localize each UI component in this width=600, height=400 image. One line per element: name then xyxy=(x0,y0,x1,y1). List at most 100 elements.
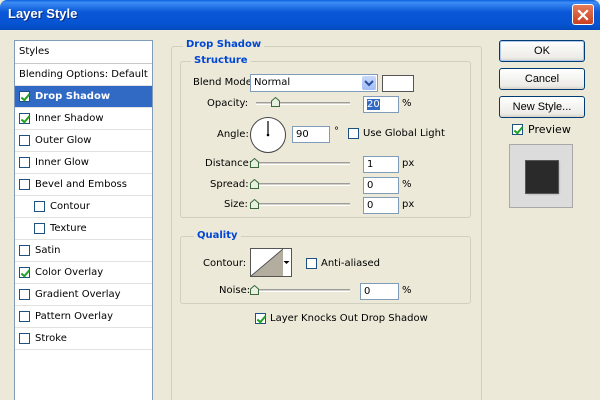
cancel-button[interactable]: Cancel xyxy=(499,68,585,90)
noise-unit: % xyxy=(402,285,412,296)
spread-slider-thumb-icon[interactable] xyxy=(250,179,259,189)
style-item-label: Texture xyxy=(50,223,87,234)
style-item-checkbox[interactable] xyxy=(19,113,30,124)
style-item-checkbox[interactable] xyxy=(19,289,30,300)
style-item-checkbox[interactable] xyxy=(19,157,30,168)
noise-slider-thumb-icon[interactable] xyxy=(250,285,259,295)
spread-unit: % xyxy=(402,179,412,190)
blend-mode-label: Blend Mode: xyxy=(193,77,256,88)
opacity-input[interactable]: 20 xyxy=(363,96,399,113)
styles-list: Styles Blending Options: Default Drop Sh… xyxy=(14,40,153,400)
style-item-bevel-and-emboss[interactable]: Bevel and Emboss xyxy=(15,174,152,196)
style-item-satin[interactable]: Satin xyxy=(15,240,152,262)
style-item-color-overlay[interactable]: Color Overlay xyxy=(15,262,152,284)
ok-button[interactable]: OK xyxy=(499,40,585,62)
angle-unit: ° xyxy=(334,126,339,137)
style-item-stroke[interactable]: Stroke xyxy=(15,328,152,350)
distance-input[interactable]: 1 xyxy=(363,156,399,173)
contour-curve-icon xyxy=(251,249,283,276)
blend-mode-select[interactable]: Normal xyxy=(250,74,378,92)
size-unit: px xyxy=(402,199,415,210)
style-item-drop-shadow[interactable]: Drop Shadow xyxy=(15,86,152,108)
style-item-checkbox[interactable] xyxy=(34,201,45,212)
preview-label: Preview xyxy=(528,123,571,136)
opacity-unit: % xyxy=(402,98,412,109)
style-item-outer-glow[interactable]: Outer Glow xyxy=(15,130,152,152)
size-slider-thumb-icon[interactable] xyxy=(250,199,259,209)
layer-style-dialog: Layer Style Styles Blending Options: Def… xyxy=(0,0,600,400)
spread-input[interactable]: 0 xyxy=(363,177,399,194)
new-style-button[interactable]: New Style... xyxy=(499,96,585,118)
style-item-checkbox[interactable] xyxy=(19,91,30,102)
opacity-slider-thumb-icon[interactable] xyxy=(270,97,280,107)
size-input[interactable]: 0 xyxy=(363,197,399,214)
style-item-checkbox[interactable] xyxy=(34,223,45,234)
contour-dropdown-icon[interactable] xyxy=(282,249,291,276)
layer-knocks-out-label: Layer Knocks Out Drop Shadow xyxy=(270,313,428,324)
noise-slider[interactable] xyxy=(253,289,350,292)
close-button[interactable] xyxy=(572,4,594,25)
style-item-gradient-overlay[interactable]: Gradient Overlay xyxy=(15,284,152,306)
contour-picker[interactable] xyxy=(250,248,292,277)
styles-header[interactable]: Styles xyxy=(15,41,152,64)
title-bar: Layer Style xyxy=(0,0,600,30)
style-preview xyxy=(509,144,573,208)
distance-value: 1 xyxy=(367,159,374,170)
style-item-contour[interactable]: Contour xyxy=(15,196,152,218)
angle-dial-icon[interactable] xyxy=(250,117,286,153)
style-item-label: Satin xyxy=(35,245,61,256)
window-title: Layer Style xyxy=(8,6,78,21)
style-item-label: Color Overlay xyxy=(35,267,104,278)
contour-label: Contour: xyxy=(203,258,247,269)
style-item-label: Stroke xyxy=(35,333,67,344)
style-item-label: Bevel and Emboss xyxy=(35,179,127,190)
layer-knocks-out-checkbox[interactable] xyxy=(255,313,266,324)
style-item-checkbox[interactable] xyxy=(19,311,30,322)
style-item-label: Pattern Overlay xyxy=(35,311,114,322)
close-x-icon xyxy=(577,9,589,21)
distance-unit: px xyxy=(402,158,415,169)
anti-aliased-label: Anti-aliased xyxy=(321,258,381,269)
style-item-label: Drop Shadow xyxy=(35,91,111,102)
use-global-light-checkbox[interactable] xyxy=(348,128,359,139)
spread-value: 0 xyxy=(367,180,374,191)
preview-checkbox[interactable] xyxy=(512,124,523,135)
blending-options-item[interactable]: Blending Options: Default xyxy=(15,64,152,86)
structure-title: Structure xyxy=(191,55,251,66)
distance-slider-thumb-icon[interactable] xyxy=(250,158,259,168)
chevron-down-icon xyxy=(362,76,376,90)
spread-label: Spread: xyxy=(210,179,249,190)
distance-label: Distance: xyxy=(205,158,253,169)
style-item-label: Inner Glow xyxy=(35,157,89,168)
shadow-color-swatch[interactable] xyxy=(382,75,414,92)
use-global-light-label: Use Global Light xyxy=(363,128,445,139)
quality-title: Quality xyxy=(194,230,241,241)
distance-slider[interactable] xyxy=(253,162,350,165)
cancel-button-label: Cancel xyxy=(524,73,560,85)
style-item-checkbox[interactable] xyxy=(19,135,30,146)
size-slider[interactable] xyxy=(253,203,350,206)
noise-label: Noise: xyxy=(219,285,251,296)
styles-header-label: Styles xyxy=(19,46,50,57)
preview-swatch xyxy=(526,161,558,193)
spread-slider[interactable] xyxy=(253,183,350,186)
noise-input[interactable]: 0 xyxy=(360,283,399,300)
anti-aliased-checkbox[interactable] xyxy=(306,258,317,269)
noise-value: 0 xyxy=(364,286,371,297)
style-item-texture[interactable]: Texture xyxy=(15,218,152,240)
style-item-checkbox[interactable] xyxy=(19,179,30,190)
angle-value: 90 xyxy=(296,129,309,140)
style-item-inner-glow[interactable]: Inner Glow xyxy=(15,152,152,174)
style-item-checkbox[interactable] xyxy=(19,333,30,344)
style-item-pattern-overlay[interactable]: Pattern Overlay xyxy=(15,306,152,328)
opacity-value: 20 xyxy=(367,99,380,110)
size-label: Size: xyxy=(224,199,248,210)
style-item-checkbox[interactable] xyxy=(19,267,30,278)
angle-input[interactable]: 90 xyxy=(292,126,330,143)
drop-shadow-title: Drop Shadow xyxy=(183,39,265,50)
style-item-inner-shadow[interactable]: Inner Shadow xyxy=(15,108,152,130)
style-item-checkbox[interactable] xyxy=(19,245,30,256)
new-style-button-label: New Style... xyxy=(512,101,572,113)
opacity-label: Opacity: xyxy=(207,98,249,109)
blending-options-label: Blending Options: Default xyxy=(19,69,148,80)
